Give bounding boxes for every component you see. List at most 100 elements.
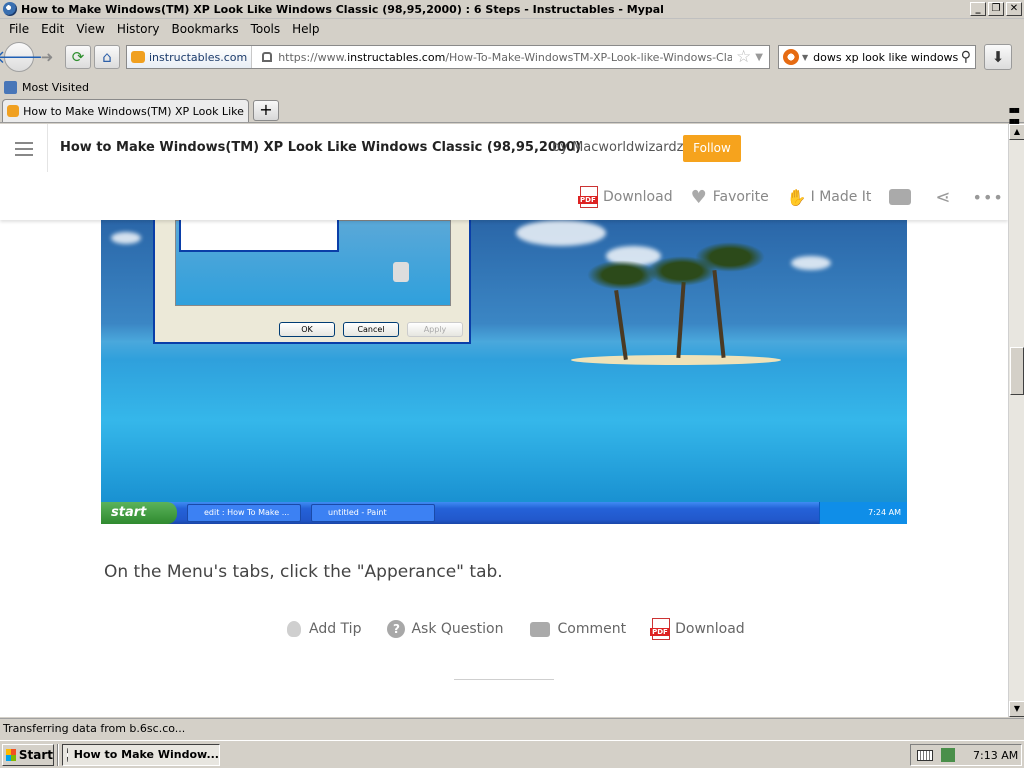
menu-file[interactable]: File	[3, 22, 35, 36]
menu-history[interactable]: History	[111, 22, 166, 36]
home-button[interactable]: ⌂	[94, 45, 120, 69]
favorite-button[interactable]: ♥ Favorite	[691, 187, 769, 208]
add-tip-button[interactable]: Add Tip	[287, 621, 361, 637]
url-bar[interactable]: instructables.com https://www.instructab…	[126, 45, 770, 69]
vertical-scrollbar[interactable]: ▲ ▼	[1008, 124, 1024, 717]
pdf-icon	[578, 186, 598, 208]
window-title-bar: How to Make Windows(TM) XP Look Like Win…	[0, 0, 1024, 19]
author-link[interactable]: by Macworldwizardz	[552, 140, 683, 155]
ask-question-button[interactable]: ? Ask Question	[387, 620, 504, 638]
step-download-button[interactable]: Download	[650, 618, 745, 640]
window-title: How to Make Windows(TM) XP Look Like Win…	[21, 2, 664, 16]
recycle-bin-icon	[393, 262, 409, 282]
tab-bar: How to Make Windows(TM) XP Look Like Win…	[0, 99, 1024, 127]
menu-tools[interactable]: Tools	[245, 22, 287, 36]
page-content: How to Make Windows(TM) XP Look Like Win…	[0, 124, 1008, 717]
site-identity-button[interactable]: instructables.com	[127, 46, 253, 68]
url-prefix: https://www.	[278, 50, 348, 64]
search-engine-icon[interactable]	[783, 49, 799, 65]
bookmark-star-icon[interactable]: ☆	[736, 47, 751, 67]
step-actions: Add Tip ? Ask Question Comment Download	[287, 618, 771, 640]
palm-fronds	[587, 260, 657, 290]
url-text[interactable]: https://www.instructables.com/How-To-Mak…	[278, 51, 732, 64]
step-screenshot-image: OK Cancel Apply start edit : How To Make…	[101, 220, 907, 524]
xp-start-button: start	[101, 502, 177, 524]
reload-button[interactable]: ⟳	[65, 45, 91, 69]
new-tab-button[interactable]: +	[253, 100, 279, 121]
download-label: Download	[603, 189, 673, 205]
downloads-button[interactable]: ⬇	[984, 44, 1012, 70]
taskbar-window-label: How to Make Window...	[73, 748, 219, 761]
xp-task-edit: edit : How To Make ...	[187, 504, 301, 522]
header-divider	[47, 124, 48, 172]
tab-instructables[interactable]: How to Make Windows(TM) XP Look Like Win…	[2, 99, 249, 122]
mypal-taskbar-icon	[67, 747, 68, 762]
made-it-button[interactable]: ✋ I Made It	[787, 188, 872, 207]
palm-trunk	[676, 281, 686, 359]
start-button[interactable]: Start	[2, 743, 54, 766]
cloud	[516, 220, 606, 246]
hand-icon: ✋	[786, 187, 807, 207]
preview-window	[179, 220, 339, 252]
close-button[interactable]: ✕	[1006, 2, 1022, 16]
question-icon: ?	[387, 620, 406, 638]
forward-button[interactable]: ➜	[37, 45, 57, 69]
follow-button[interactable]: Follow	[683, 135, 741, 162]
display-properties-dialog: OK Cancel Apply	[153, 220, 471, 344]
system-clock[interactable]: 7:13 AM	[973, 749, 1018, 762]
scroll-up-arrow-icon[interactable]: ▲	[1009, 124, 1024, 140]
site-favicon-icon	[131, 51, 145, 63]
hamburger-menu-icon[interactable]	[15, 142, 33, 160]
share-icon[interactable]: ⋖	[935, 187, 950, 208]
url-domain: instructables.com	[347, 50, 446, 64]
keyboard-icon[interactable]	[917, 749, 933, 761]
lightbulb-icon	[287, 621, 301, 637]
network-icon[interactable]	[941, 748, 955, 762]
palm-trunk	[712, 270, 726, 358]
made-it-label: I Made It	[810, 189, 872, 205]
comments-icon[interactable]	[889, 189, 912, 205]
cloud	[791, 256, 831, 270]
back-button[interactable]: 🡐	[0, 42, 43, 72]
search-input[interactable]: dows xp look like windows 95	[813, 51, 961, 64]
mypal-app-icon	[3, 2, 17, 16]
xp-taskbar: start edit : How To Make ... untitled - …	[101, 502, 907, 524]
site-identity-label: instructables.com	[149, 50, 248, 64]
windows-taskbar: Start How to Make Window... 7:13 AM	[0, 740, 1024, 768]
project-title: How to Make Windows(TM) XP Look Like Win…	[60, 140, 582, 155]
dialog-ok-button: OK	[279, 322, 335, 337]
search-bar[interactable]: ▼ dows xp look like windows 95 ⚲	[778, 45, 976, 69]
bookmark-most-visited[interactable]: Most Visited	[22, 81, 89, 94]
url-dropdown-icon[interactable]: ▼	[755, 52, 763, 63]
restore-button[interactable]: ❐	[988, 2, 1004, 16]
download-button[interactable]: Download	[578, 186, 673, 208]
menu-edit[interactable]: Edit	[35, 22, 70, 36]
more-options-icon[interactable]: •••	[973, 188, 1004, 207]
search-engine-dropdown-icon[interactable]: ▼	[802, 53, 808, 62]
url-path: /How-To-Make-WindowsTM-XP-Look-like-Wind…	[445, 50, 733, 64]
xp-task-paint: untitled - Paint	[311, 504, 435, 522]
xp-clock: 7:24 AM	[819, 502, 907, 524]
cloud	[111, 232, 141, 244]
start-label: Start	[18, 747, 53, 762]
comment-icon	[529, 621, 550, 637]
menu-bookmarks[interactable]: Bookmarks	[166, 22, 245, 36]
step-download-label: Download	[675, 621, 745, 637]
tab-favicon-icon	[7, 105, 20, 117]
bookmarks-toolbar: Most Visited	[0, 77, 1024, 97]
scrollbar-thumb[interactable]	[1010, 347, 1024, 395]
most-visited-icon	[4, 80, 17, 94]
menu-help[interactable]: Help	[286, 22, 325, 36]
heart-icon: ♥	[690, 186, 707, 208]
tab-label: How to Make Windows(TM) XP Look Like Win…	[23, 104, 244, 118]
lock-icon	[262, 52, 273, 62]
site-header: How to Make Windows(TM) XP Look Like Win…	[0, 124, 1008, 220]
comment-label: Comment	[557, 621, 627, 637]
menu-view[interactable]: View	[70, 22, 110, 36]
taskbar-window-button[interactable]: How to Make Window...	[62, 743, 220, 766]
comment-button[interactable]: Comment	[529, 621, 627, 637]
taskbar-separator	[57, 743, 59, 766]
scroll-down-arrow-icon[interactable]: ▼	[1009, 701, 1024, 717]
search-icon[interactable]: ⚲	[961, 49, 971, 65]
minimize-button[interactable]: _	[970, 2, 986, 16]
